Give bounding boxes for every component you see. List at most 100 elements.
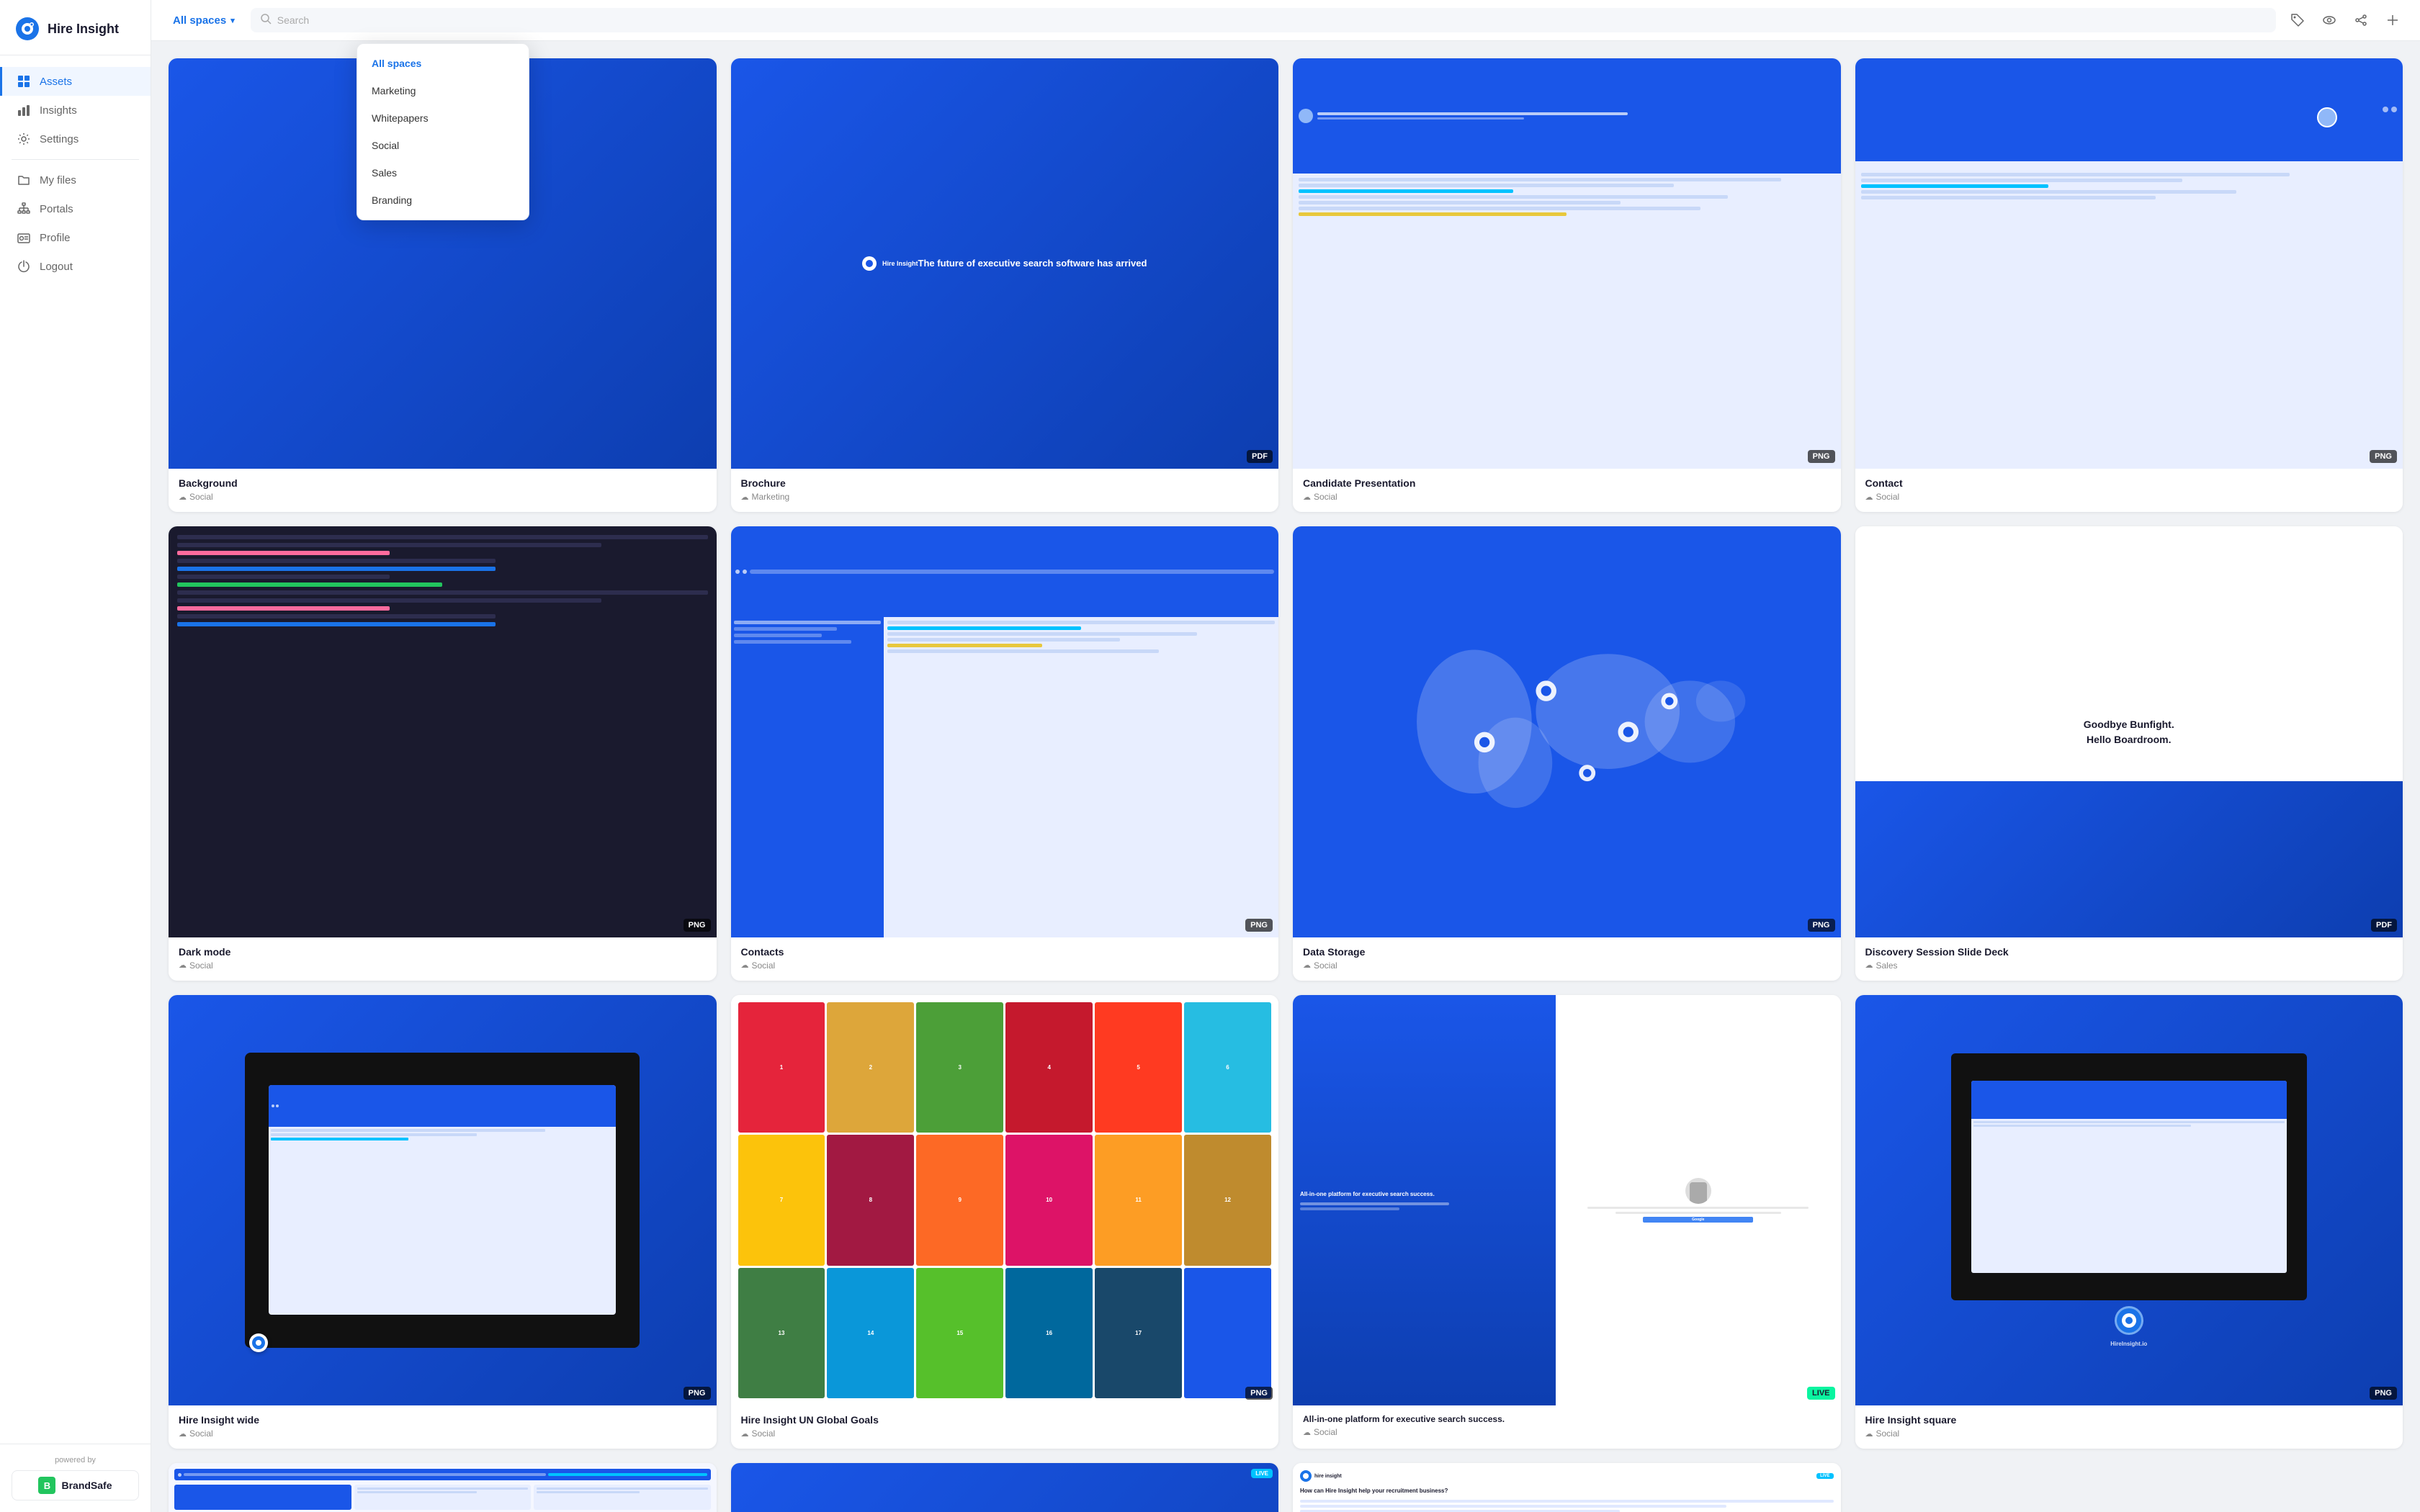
dark-mode-badge: PNG (684, 919, 711, 932)
cloud-icon: ☁ (1303, 1428, 1311, 1437)
dropdown-item-branding[interactable]: Branding (357, 186, 529, 214)
hierarchy-icon (17, 202, 31, 216)
card-google-platform[interactable]: All-in-one platform for executive search… (1293, 995, 1841, 1449)
card-candidate-thumb: PNG (1293, 58, 1841, 469)
card-un-goals-info: Hire Insight UN Global Goals ☁ Social (731, 1405, 1279, 1449)
spaces-label: All spaces (173, 14, 226, 27)
card-discovery-thumb: Goodbye Bunfight.Hello Boardroom. PDF (1855, 526, 2403, 937)
sidebar-item-assets[interactable]: Assets (0, 67, 151, 96)
card-hi-wide-title: Hire Insight wide (179, 1414, 707, 1426)
content-area: Background ☁ Social (151, 41, 2420, 1512)
header-actions (2285, 7, 2406, 33)
card-dark-mode-title: Dark mode (179, 946, 707, 958)
cloud-icon: ☁ (1303, 960, 1311, 970)
sidebar-item-portals[interactable]: Portals (0, 194, 151, 223)
card-brochure-title: Brochure (741, 477, 1269, 489)
contact-badge: PNG (2370, 450, 2397, 463)
logo-icon (14, 16, 40, 42)
card-un-goals-thumb: 1 2 3 4 5 6 7 8 9 10 11 12 13 (731, 995, 1279, 1405)
hi-square-badge: PNG (2370, 1387, 2397, 1400)
card-contacts[interactable]: PNG Contacts ☁ Social (731, 526, 1279, 980)
sidebar-item-my-files[interactable]: My files (0, 166, 151, 194)
sidebar-footer: powered by B BrandSafe (0, 1444, 151, 1512)
sidebar: Hire Insight Assets (0, 0, 151, 1512)
card-dark-mode-meta: ☁ Social (179, 960, 707, 971)
powered-by-label: powered by (12, 1456, 139, 1464)
card-google-platform-title: All-in-one platform for executive search… (1303, 1414, 1831, 1424)
card-candidate-meta: ☁ Social (1303, 492, 1831, 502)
card-google-platform-info: All-in-one platform for executive search… (1293, 1405, 1841, 1447)
card-brochure-info: Brochure ☁ Marketing (731, 469, 1279, 512)
id-card-icon (17, 230, 31, 245)
card-hi-square-meta: ☁ Social (1865, 1428, 2393, 1439)
search-bar[interactable]: Search (251, 8, 2276, 32)
card-candidate[interactable]: PNG Candidate Presentation ☁ Social (1293, 58, 1841, 512)
sidebar-item-profile-label: Profile (40, 232, 71, 244)
card-un-goals[interactable]: 1 2 3 4 5 6 7 8 9 10 11 12 13 (731, 995, 1279, 1449)
app-logo: Hire Insight (0, 0, 151, 55)
dropdown-item-all-spaces[interactable]: All spaces (357, 50, 529, 77)
dropdown-item-marketing[interactable]: Marketing (357, 77, 529, 104)
chevron-down-icon: ▾ (230, 16, 235, 25)
sidebar-item-profile[interactable]: Profile (0, 223, 151, 252)
un-goals-badge: PNG (1245, 1387, 1273, 1400)
add-button[interactable] (2380, 7, 2406, 33)
card-contact-info: Contact ☁ Social (1855, 469, 2403, 512)
card-un-goals-meta: ☁ Social (741, 1428, 1269, 1439)
card-contacts-grid[interactable]: Contacts ☁ Social (169, 1463, 717, 1512)
share-button[interactable] (2348, 7, 2374, 33)
view-button[interactable] (2316, 7, 2342, 33)
card-hi-wide[interactable]: PNG Hire Insight wide ☁ Social (169, 995, 717, 1449)
card-contacts-grid-thumb (169, 1463, 717, 1512)
contacts-badge: PNG (1245, 919, 1273, 932)
sidebar-item-my-files-label: My files (40, 174, 76, 186)
nav-divider (12, 159, 139, 160)
spaces-dropdown: All spaces Marketing Whitepapers Social … (357, 43, 529, 220)
card-hi-square[interactable]: HireInsight.io PNG Hire Insight square ☁… (1855, 995, 2403, 1449)
card-contact[interactable]: PNG Contact ☁ Social (1855, 58, 2403, 512)
candidate-badge: PNG (1808, 450, 1835, 463)
card-discovery[interactable]: Goodbye Bunfight.Hello Boardroom. PDF Di… (1855, 526, 2403, 980)
tag-button[interactable] (2285, 7, 2311, 33)
card-brochure[interactable]: Hire Insight The future of executive sea… (731, 58, 1279, 512)
cloud-icon: ☁ (1865, 960, 1873, 970)
hi-wide-badge: PNG (684, 1387, 711, 1400)
card-dark-mode[interactable]: PNG Dark mode ☁ Social (169, 526, 717, 980)
dropdown-item-whitepapers[interactable]: Whitepapers (357, 104, 529, 132)
dropdown-item-sales[interactable]: Sales (357, 159, 529, 186)
sidebar-item-logout[interactable]: Logout (0, 252, 151, 281)
sidebar-item-insights[interactable]: Insights (0, 96, 151, 125)
brandsafe-icon: B (38, 1477, 55, 1494)
card-candidate-title: Candidate Presentation (1303, 477, 1831, 489)
brochure-banner-text: The future of executive search software … (918, 257, 1147, 270)
card-dark-mode-info: Dark mode ☁ Social (169, 937, 717, 981)
assets-grid: Background ☁ Social (169, 58, 2403, 1512)
brandsafe-logo: B BrandSafe (12, 1470, 139, 1500)
bar-chart-icon (17, 103, 31, 117)
cloud-icon: ☁ (179, 1429, 187, 1439)
card-un-goals-title: Hire Insight UN Global Goals (741, 1414, 1269, 1426)
card-background-title: Background (179, 477, 707, 489)
search-icon (261, 14, 272, 27)
cloud-icon: ☁ (741, 492, 749, 502)
card-tired-intro[interactable]: LIVE Tired of i-intro? Tired of i-intro?… (731, 1463, 1279, 1512)
cloud-icon: ☁ (1865, 1429, 1873, 1439)
card-help[interactable]: hire insight LIVE How can Hire Insight h… (1293, 1463, 1841, 1512)
sidebar-nav: Assets Insights (0, 55, 151, 1444)
card-help-thumb: hire insight LIVE How can Hire Insight h… (1293, 1463, 1841, 1512)
sidebar-item-settings-label: Settings (40, 133, 79, 145)
card-hi-wide-info: Hire Insight wide ☁ Social (169, 1405, 717, 1449)
cloud-icon: ☁ (741, 1429, 749, 1439)
card-contact-title: Contact (1865, 477, 2393, 489)
card-candidate-info: Candidate Presentation ☁ Social (1293, 469, 1841, 512)
sidebar-item-settings[interactable]: Settings (0, 125, 151, 153)
cloud-icon: ☁ (179, 492, 187, 502)
primary-nav: Assets Insights (0, 67, 151, 153)
card-data-storage[interactable]: PNG Data Storage ☁ Social (1293, 526, 1841, 980)
dropdown-item-social[interactable]: Social (357, 132, 529, 159)
card-brochure-thumb: Hire Insight The future of executive sea… (731, 58, 1279, 469)
spaces-selector[interactable]: All spaces ▾ (166, 10, 242, 31)
folder-icon (17, 173, 31, 187)
card-contact-meta: ☁ Social (1865, 492, 2393, 502)
card-data-storage-title: Data Storage (1303, 946, 1831, 958)
